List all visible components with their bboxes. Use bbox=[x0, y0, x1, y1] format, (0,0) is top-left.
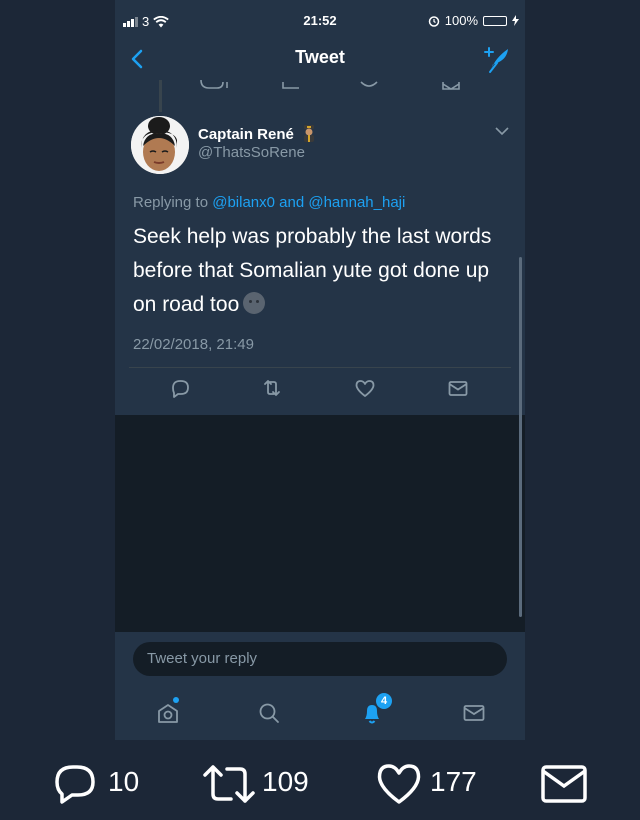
replying-to: Replying to @bilanx0 and @hannah_haji bbox=[133, 194, 405, 211]
like-heart-icon[interactable] bbox=[353, 376, 377, 400]
reply-input[interactable]: Tweet your reply bbox=[133, 642, 507, 676]
replying-and: and bbox=[274, 194, 309, 211]
home-new-indicator bbox=[173, 697, 179, 703]
home-tab-icon[interactable] bbox=[155, 700, 181, 726]
new-moon-face-emoji-icon bbox=[243, 292, 266, 314]
message-envelope-icon[interactable] bbox=[446, 376, 470, 400]
avatar-illustration bbox=[131, 116, 189, 174]
reply-icon[interactable] bbox=[168, 376, 192, 400]
like-count: 177 bbox=[430, 766, 477, 797]
retweet-icon[interactable] bbox=[260, 376, 284, 400]
reply-bar: Tweet your reply 4 bbox=[115, 632, 525, 740]
search-tab-icon[interactable] bbox=[256, 700, 282, 726]
pilot-emoji-icon bbox=[304, 125, 315, 142]
compose-tweet-icon[interactable] bbox=[481, 44, 513, 74]
retweet-icon[interactable] bbox=[202, 762, 256, 806]
user-handle[interactable]: @ThatsSoRene bbox=[198, 144, 305, 161]
phone-screenshot: 3 21:52 100% Tweet Captain René @ThatsSo… bbox=[115, 0, 525, 740]
messages-tab-icon[interactable] bbox=[461, 700, 487, 726]
tweet-timestamp[interactable]: 22/02/2018, 21:49 bbox=[133, 336, 254, 353]
display-name-text: Captain René bbox=[198, 126, 294, 143]
reply-count: 10 bbox=[108, 766, 140, 797]
replying-prefix: Replying to bbox=[133, 194, 213, 211]
battery-percent: 100% bbox=[444, 13, 478, 28]
retweet-count: 109 bbox=[262, 766, 309, 797]
previous-tweet-actions bbox=[200, 80, 460, 90]
display-name[interactable]: Captain René bbox=[198, 124, 316, 143]
reply-icon[interactable] bbox=[52, 762, 98, 806]
alarm-icon bbox=[428, 15, 439, 27]
like-heart-icon[interactable] bbox=[376, 762, 422, 806]
tweet-actions bbox=[115, 376, 525, 404]
chevron-down-icon[interactable] bbox=[495, 126, 509, 136]
tweet-text-content: Seek help was probably the last words be… bbox=[133, 225, 492, 316]
page-title: Tweet bbox=[295, 47, 345, 67]
message-envelope-icon[interactable] bbox=[540, 764, 588, 804]
tweet-detail: Captain René @ThatsSoRene Replying to @b… bbox=[115, 80, 525, 415]
divider bbox=[129, 367, 511, 368]
nav-bar: Tweet bbox=[115, 40, 525, 80]
status-bar: 3 21:52 100% bbox=[115, 0, 525, 40]
notifications-badge: 4 bbox=[376, 693, 392, 709]
battery-icon bbox=[483, 15, 507, 26]
mention-link-2[interactable]: @hannah_haji bbox=[308, 194, 405, 211]
mention-link-1[interactable]: @bilanx0 bbox=[212, 194, 275, 211]
avatar[interactable] bbox=[131, 116, 189, 174]
outer-tweet-actions: 10 109 177 bbox=[0, 740, 640, 820]
charging-icon bbox=[512, 15, 519, 26]
scrollbar[interactable] bbox=[519, 257, 522, 617]
tweet-text: Seek help was probably the last words be… bbox=[133, 220, 513, 322]
battery-info: 100% bbox=[428, 13, 519, 28]
